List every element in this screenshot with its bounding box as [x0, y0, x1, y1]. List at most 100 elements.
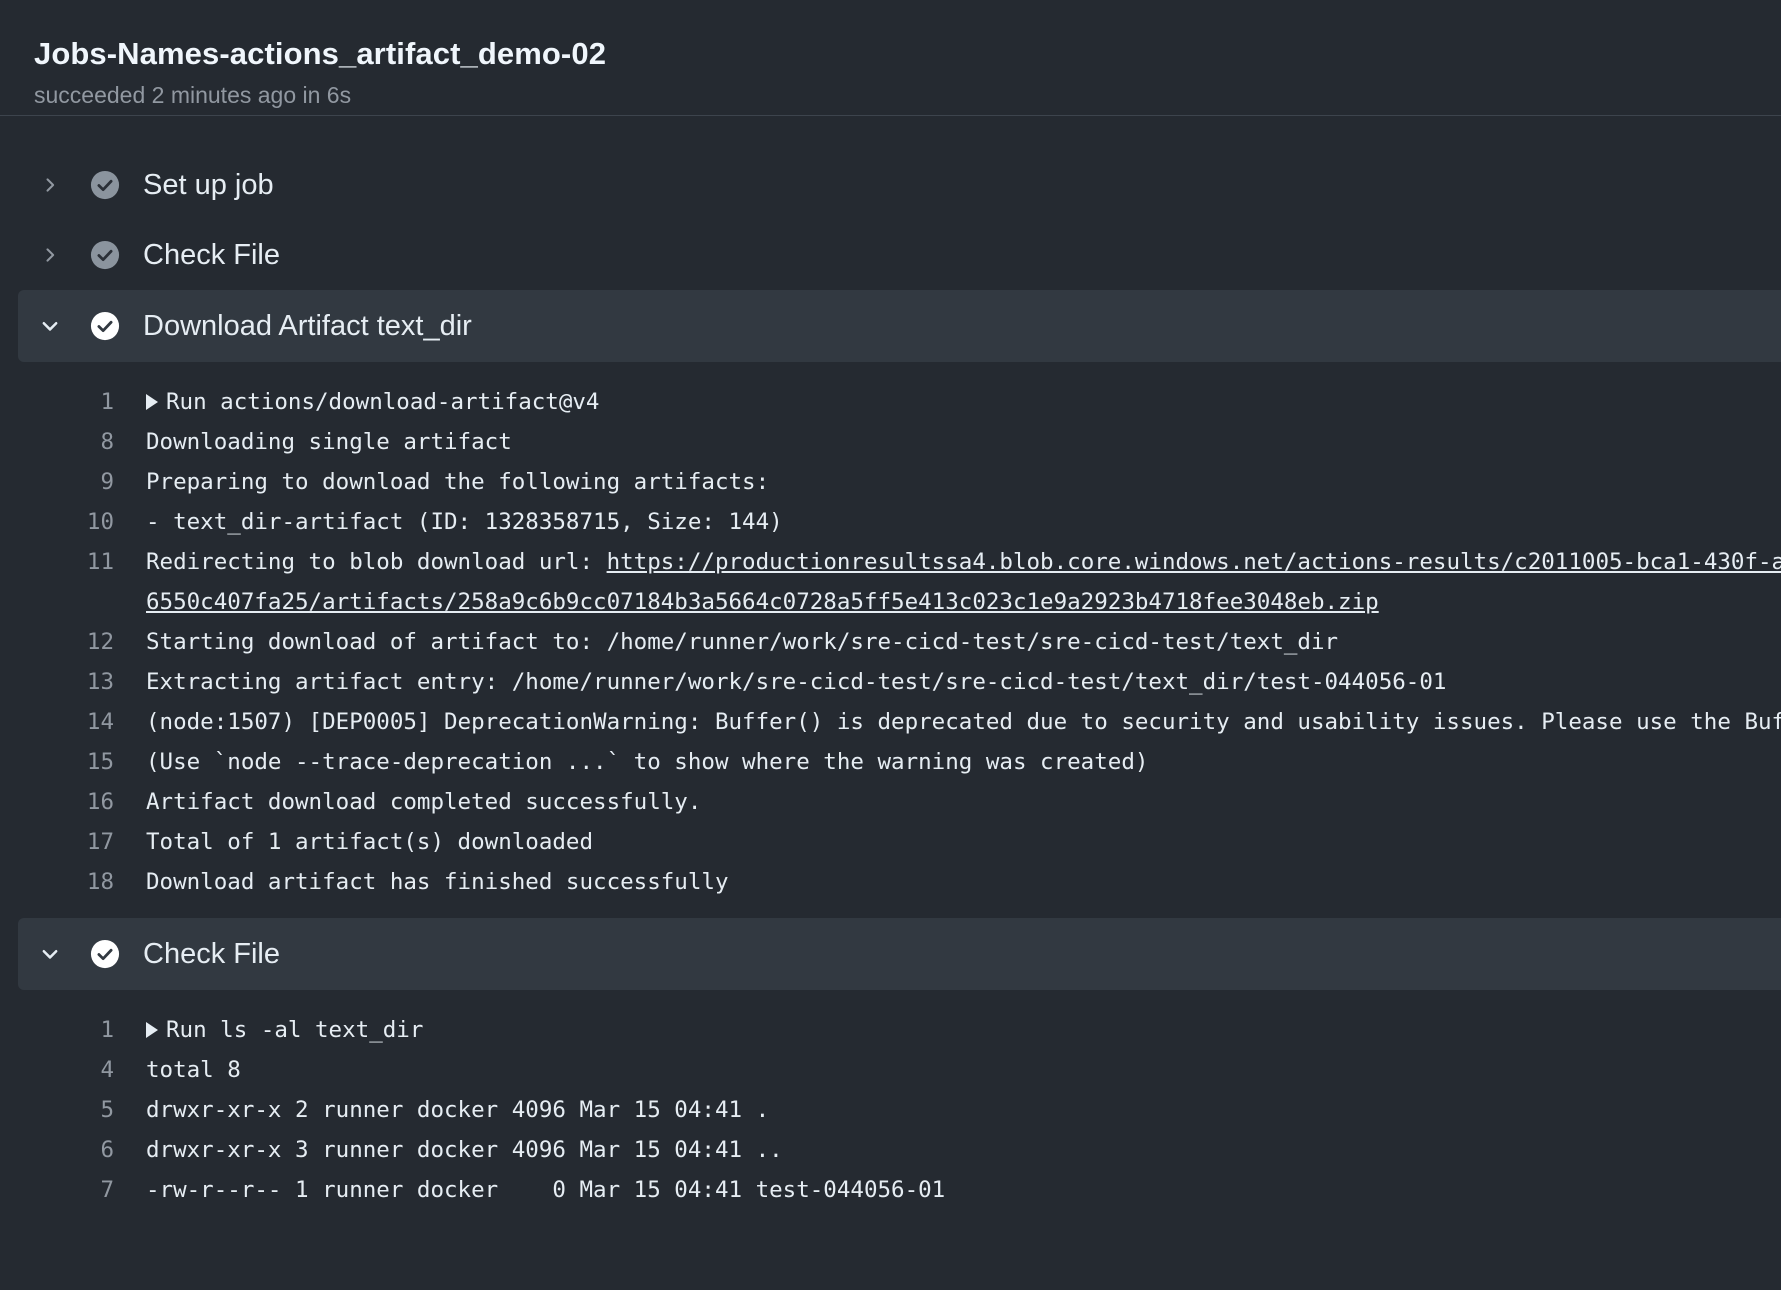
log-text-content: Artifact download completed successfully… — [146, 789, 702, 815]
expand-group-icon[interactable] — [146, 394, 158, 410]
step-header[interactable]: Download Artifact text_dir — [18, 290, 1781, 362]
blob-download-link[interactable]: https://productionresultssa4.blob.core.w… — [607, 549, 1781, 575]
log-line: 11 Redirecting to blob download url: http… — [18, 542, 1781, 582]
line-number[interactable]: 9 — [18, 469, 114, 495]
log-text: Download artifact has finished successfu… — [146, 869, 728, 895]
step-name: Check File — [143, 938, 280, 970]
log-text: drwxr-xr-x 2 runner docker 4096 Mar 15 0… — [146, 1097, 769, 1123]
line-number[interactable]: 5 — [18, 1097, 114, 1123]
line-number[interactable]: 16 — [18, 789, 114, 815]
step-log: 1 Run ls -al text_dir 4 total 8 5 drwxr-xr-x … — [18, 990, 1781, 1226]
log-text: (Use `node --trace-deprecation ...` to s… — [146, 749, 1148, 775]
job-title: Jobs-Names-actions_artifact_demo-02 — [34, 36, 607, 71]
log-line: 10 - text_dir-artifact (ID: 1328358715, S… — [18, 502, 1781, 542]
log-line: 18 Download artifact has finished success… — [18, 862, 1781, 902]
step-log: 1 Run actions/download-artifact@v4 8 Downlo… — [18, 362, 1781, 918]
check-circle-icon — [88, 238, 122, 272]
line-number[interactable]: 14 — [18, 709, 114, 735]
log-line: 4 total 8 — [18, 1050, 1781, 1090]
log-text-content: Run ls -al text_dir — [166, 1017, 424, 1043]
log-text-content: -rw-r--r-- 1 runner docker 0 Mar 15 04:4… — [146, 1177, 946, 1203]
chevron-down-icon[interactable] — [34, 310, 66, 342]
log-text-content: (Use `node --trace-deprecation ...` to s… — [146, 749, 1149, 775]
log-text-content: Redirecting to blob download url: — [146, 549, 607, 575]
log-text: total 8 — [146, 1057, 241, 1083]
step: Check File 1 Run ls -al text_dir 4 total 8 5 d… — [18, 918, 1781, 1226]
line-number[interactable]: 6 — [18, 1137, 114, 1163]
log-text: Redirecting to blob download url: https:… — [146, 549, 1781, 575]
log-line: 12 Starting download of artifact to: /hom… — [18, 622, 1781, 662]
log-text: Downloading single artifact — [146, 429, 512, 455]
line-number[interactable]: 18 — [18, 869, 114, 895]
chevron-down-icon[interactable] — [34, 938, 66, 970]
step-name: Set up job — [143, 169, 274, 201]
log-text: Extracting artifact entry: /home/runner/… — [146, 669, 1446, 695]
log-line: 16 Artifact download completed successful… — [18, 782, 1781, 822]
chevron-right-icon[interactable] — [34, 239, 66, 271]
log-text-content: drwxr-xr-x 2 runner docker 4096 Mar 15 0… — [146, 1097, 770, 1123]
step: Check File — [18, 220, 1781, 290]
line-number[interactable]: 17 — [18, 829, 114, 855]
log-line: 14 (node:1507) [DEP0005] DeprecationWarni… — [18, 702, 1781, 742]
blob-download-link-continued[interactable]: 6550c407fa25/artifacts/258a9c6b9cc07184b… — [146, 589, 1379, 615]
line-number[interactable]: 10 — [18, 509, 114, 535]
log-line[interactable]: 1 Run actions/download-artifact@v4 — [18, 382, 1781, 422]
line-number[interactable]: 8 — [18, 429, 114, 455]
log-line: 13 Extracting artifact entry: /home/runne… — [18, 662, 1781, 702]
log-text-content: (node:1507) [DEP0005] DeprecationWarning… — [146, 709, 1781, 735]
log-line-continuation: 6550c407fa25/artifacts/258a9c6b9cc07184b… — [18, 582, 1781, 622]
log-text: Total of 1 artifact(s) downloaded — [146, 829, 593, 855]
log-text-content: Extracting artifact entry: /home/runner/… — [146, 669, 1447, 695]
job-header: Jobs-Names-actions_artifact_demo-02 succ… — [0, 0, 1781, 116]
log-text: -rw-r--r-- 1 runner docker 0 Mar 15 04:4… — [146, 1177, 945, 1203]
step: Download Artifact text_dir 1 Run actions/d… — [18, 290, 1781, 918]
log-text: - text_dir-artifact (ID: 1328358715, Siz… — [146, 509, 783, 535]
log-line: 17 Total of 1 artifact(s) downloaded — [18, 822, 1781, 862]
log-line: 15 (Use `node --trace-deprecation ...` to… — [18, 742, 1781, 782]
log-text-content: total 8 — [146, 1057, 241, 1083]
log-line: 8 Downloading single artifact — [18, 422, 1781, 462]
line-number[interactable]: 4 — [18, 1057, 114, 1083]
log-text: drwxr-xr-x 3 runner docker 4096 Mar 15 0… — [146, 1137, 783, 1163]
steps-list: Set up job Check File Download Artifact te… — [18, 150, 1781, 1226]
chevron-right-icon[interactable] — [34, 169, 66, 201]
log-text-content: Run actions/download-artifact@v4 — [166, 389, 600, 415]
log-line: 9 Preparing to download the following art… — [18, 462, 1781, 502]
step-name: Check File — [143, 239, 280, 271]
step-header[interactable]: Check File — [18, 918, 1781, 990]
log-text-content: Starting download of artifact to: /home/… — [146, 629, 1339, 655]
log-line: 6 drwxr-xr-x 3 runner docker 4096 Mar 15 … — [18, 1130, 1781, 1170]
line-number[interactable]: 11 — [18, 549, 114, 575]
job-status-text: succeeded 2 minutes ago in 6s — [34, 82, 352, 108]
line-number[interactable]: 15 — [18, 749, 114, 775]
check-circle-icon — [88, 168, 122, 202]
step-name: Download Artifact text_dir — [143, 310, 472, 342]
log-text-content: Download artifact has finished successfu… — [146, 869, 729, 895]
log-text-content: Total of 1 artifact(s) downloaded — [146, 829, 594, 855]
log-line: 5 drwxr-xr-x 2 runner docker 4096 Mar 15 … — [18, 1090, 1781, 1130]
log-text: Preparing to download the following arti… — [146, 469, 769, 495]
check-circle-icon — [88, 309, 122, 343]
expand-group-icon[interactable] — [146, 1022, 158, 1038]
job-log-page: Jobs-Names-actions_artifact_demo-02 succ… — [0, 0, 1781, 1290]
log-text: Run actions/download-artifact@v4 — [146, 389, 599, 415]
log-line[interactable]: 1 Run ls -al text_dir — [18, 1010, 1781, 1050]
step-header[interactable]: Check File — [18, 220, 1781, 290]
line-number[interactable]: 1 — [18, 389, 114, 415]
check-circle-icon — [88, 937, 122, 971]
line-number[interactable]: 1 — [18, 1017, 114, 1043]
log-text: 6550c407fa25/artifacts/258a9c6b9cc07184b… — [146, 589, 1379, 615]
log-text: Starting download of artifact to: /home/… — [146, 629, 1338, 655]
line-number[interactable]: 7 — [18, 1177, 114, 1203]
log-text-content: Downloading single artifact — [146, 429, 512, 455]
log-line: 7 -rw-r--r-- 1 runner docker 0 Mar 15 04:… — [18, 1170, 1781, 1210]
log-text: Run ls -al text_dir — [146, 1017, 423, 1043]
log-text-content: Preparing to download the following arti… — [146, 469, 770, 495]
line-number[interactable]: 12 — [18, 629, 114, 655]
step-header[interactable]: Set up job — [18, 150, 1781, 220]
log-text-content: - text_dir-artifact (ID: 1328358715, Siz… — [146, 509, 783, 535]
log-text: Artifact download completed successfully… — [146, 789, 701, 815]
log-text-content: drwxr-xr-x 3 runner docker 4096 Mar 15 0… — [146, 1137, 783, 1163]
step: Set up job — [18, 150, 1781, 220]
line-number[interactable]: 13 — [18, 669, 114, 695]
